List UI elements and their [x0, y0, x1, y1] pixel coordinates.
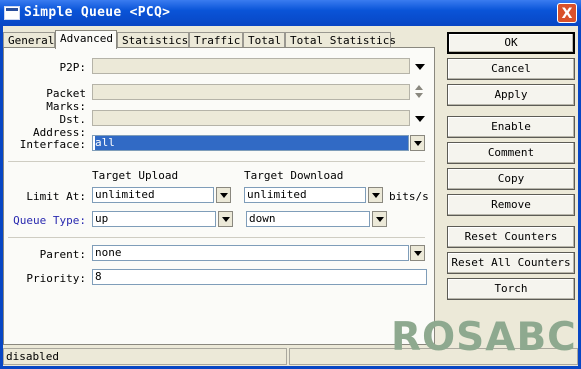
target-download-header: Target Download — [244, 169, 344, 182]
status-text: disabled — [3, 348, 287, 365]
apply-button[interactable]: Apply — [447, 84, 575, 106]
enable-button[interactable]: Enable — [447, 116, 575, 138]
limit-at-upload-dropdown[interactable] — [216, 187, 231, 203]
packet-marks-updown-icon[interactable] — [415, 85, 425, 99]
interface-value: all — [95, 136, 408, 150]
comment-button[interactable]: Comment — [447, 142, 575, 164]
priority-field[interactable]: 8 — [92, 269, 427, 285]
copy-button[interactable]: Copy — [447, 168, 575, 190]
separator — [8, 161, 425, 162]
tab-advanced[interactable]: Advanced — [55, 30, 117, 49]
packet-marks-label: Packet Marks: — [46, 87, 86, 113]
p2p-label: P2P: — [59, 61, 87, 74]
tab-general[interactable]: General — [3, 32, 55, 48]
limit-at-download-dropdown[interactable] — [368, 187, 383, 203]
dst-address-dropdown-icon[interactable] — [415, 116, 425, 122]
ok-button[interactable]: OK — [447, 32, 575, 54]
reset-all-counters-button[interactable]: Reset All Counters — [447, 252, 575, 274]
p2p-field[interactable] — [92, 58, 410, 74]
limit-at-unit: bits/s — [389, 190, 429, 203]
window-icon — [4, 6, 20, 20]
queue-type-download-dropdown[interactable] — [372, 211, 387, 227]
queue-type-upload-dropdown[interactable] — [218, 211, 233, 227]
interface-select[interactable]: all — [92, 135, 409, 151]
remove-button[interactable]: Remove — [447, 194, 575, 216]
limit-at-label: Limit At: — [26, 190, 86, 203]
parent-dropdown-button[interactable] — [410, 245, 425, 261]
queue-type-download-field[interactable]: down — [246, 211, 370, 227]
tab-traffic[interactable]: Traffic — [189, 32, 243, 48]
limit-at-download-field[interactable]: unlimited — [244, 187, 366, 203]
target-upload-header: Target Upload — [92, 169, 179, 182]
dst-address-field[interactable] — [92, 110, 410, 126]
packet-marks-field[interactable] — [92, 84, 410, 100]
queue-type-upload-field[interactable]: up — [92, 211, 216, 227]
torch-button[interactable]: Torch — [447, 278, 575, 300]
cancel-button[interactable]: Cancel — [447, 58, 575, 80]
priority-label: Priority: — [26, 272, 86, 285]
separator — [8, 237, 425, 238]
interface-dropdown-button[interactable] — [410, 135, 425, 151]
interface-label: Interface: — [19, 138, 86, 151]
limit-at-upload-field[interactable]: unlimited — [92, 187, 214, 203]
parent-label: Parent: — [39, 248, 86, 261]
window-title: Simple Queue <PCQ> — [24, 5, 171, 20]
reset-counters-button[interactable]: Reset Counters — [447, 226, 575, 248]
close-button[interactable]: X — [557, 3, 577, 23]
tab-statistics[interactable]: Statistics — [117, 32, 189, 48]
watermark-logo: ROSABC — [391, 315, 577, 360]
tab-total-statistics[interactable]: Total Statistics — [285, 32, 396, 48]
queue-type-label: Queue Type: — [13, 214, 86, 227]
tab-total[interactable]: Total — [243, 32, 285, 48]
dst-address-label: Dst. Address: — [33, 113, 86, 139]
title-bar: Simple Queue <PCQ> X — [0, 0, 581, 26]
p2p-dropdown-icon[interactable] — [415, 64, 425, 70]
parent-field[interactable]: none — [92, 245, 409, 261]
